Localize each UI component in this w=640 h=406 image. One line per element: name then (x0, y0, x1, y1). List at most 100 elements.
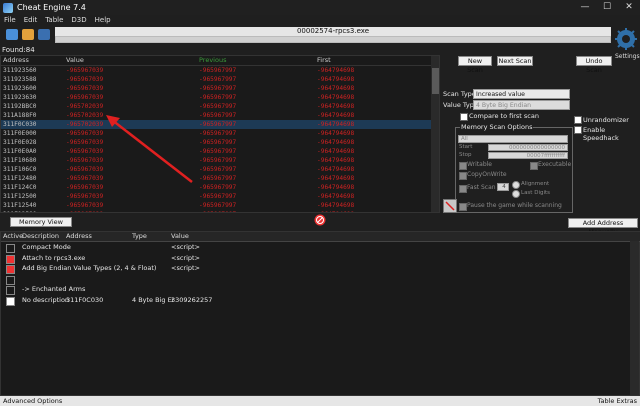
result-row[interactable]: 311923588 -965967039 -965967997 -964794698 (1, 75, 431, 84)
result-previous: -965967997 (199, 121, 237, 128)
result-row[interactable]: 311F12540 -965967039 -965967997 -964794698 (1, 201, 431, 210)
result-row[interactable]: 311F0C030 -965702039 -965967997 -964794698 (1, 120, 431, 129)
column-address[interactable]: Address (66, 232, 92, 241)
new-scan-button[interactable]: New Scan (458, 56, 492, 74)
result-first: -964794698 (317, 139, 355, 146)
result-first: -964794698 (317, 210, 354, 212)
fast-scan-checkbox[interactable] (459, 185, 467, 193)
close-button[interactable]: ✕ (618, 0, 640, 15)
result-value: -965702039 (66, 112, 104, 119)
result-value: -965702039 (66, 121, 104, 128)
result-previous: -965967997 (199, 193, 237, 200)
result-first: -964794698 (317, 184, 355, 191)
result-address: 311F12480 (3, 175, 37, 182)
result-value: -965967039 (66, 94, 104, 101)
column-value[interactable]: Value (171, 232, 189, 241)
result-row[interactable]: 31192BBC0 -965702039 -965967997 -964794698 (1, 102, 431, 111)
cheat-table: Active Description Address Type Value Co… (0, 231, 640, 396)
column-active[interactable]: Active (3, 232, 23, 241)
minimize-button[interactable]: — (574, 0, 596, 15)
undo-scan-button[interactable]: Undo Scan (576, 56, 612, 74)
menu-table[interactable]: Table (41, 15, 67, 26)
column-value[interactable]: Value (66, 56, 84, 65)
open-file-icon[interactable] (22, 29, 34, 40)
result-row[interactable]: 311923630 -965967039 -965967997 -964794698 (1, 93, 431, 102)
start-address-input[interactable]: 0000000000000000 (488, 144, 568, 151)
copy-on-write-checkbox[interactable] (459, 172, 467, 180)
cheat-table-row[interactable]: -> Enchanted Arms (1, 284, 640, 295)
cheat-table-row[interactable]: No description 311F0C030 4 Byte Big Er 3309… (1, 295, 640, 306)
result-row[interactable]: 311A188F0 -965702039 -965967997 -964794698 (1, 111, 431, 120)
copy-on-write-label: CopyOnWrite (467, 171, 507, 178)
result-previous: -965967997 (199, 210, 236, 212)
settings-logo-icon[interactable] (614, 27, 638, 51)
column-description[interactable]: Description (22, 232, 59, 241)
scrollbar-thumb[interactable] (432, 68, 439, 94)
result-first: -964794698 (317, 130, 355, 137)
result-previous: -965967997 (199, 175, 237, 182)
result-first: -964794698 (317, 67, 355, 74)
result-row[interactable]: 311F12500 -965967039 -965967997 -964794698 (1, 192, 431, 201)
result-first: -964794698 (317, 112, 355, 119)
last-digits-radio[interactable] (512, 190, 520, 198)
result-row[interactable]: 311F0E0A0 -965967039 -965967997 -964794698 (1, 147, 431, 156)
menu-file[interactable]: File (0, 15, 20, 26)
region-select[interactable]: All (458, 135, 568, 143)
scan-type-label: Scan Type (443, 90, 476, 98)
column-previous[interactable]: Previous (199, 56, 226, 65)
result-row[interactable]: 311923600 -965967039 -965967997 -964794698 (1, 84, 431, 93)
result-previous: -965967997 (199, 139, 237, 146)
cheat-table-row[interactable]: Attach to rpcs3.exe <script> (1, 253, 640, 264)
menu-help[interactable]: Help (91, 15, 115, 26)
unrandomizer-checkbox[interactable] (574, 116, 582, 124)
save-icon[interactable] (38, 29, 50, 40)
menu-d3d[interactable]: D3D (67, 15, 90, 26)
add-address-button[interactable]: Add Address Manually (568, 218, 638, 236)
fast-scan-label: Fast Scan (467, 184, 496, 191)
result-row[interactable]: 311F12580 -965967039 -965967997 -964794698 (1, 210, 431, 212)
settings-label[interactable]: Settings (615, 53, 640, 60)
active-checkbox[interactable] (6, 296, 15, 306)
result-address: 311923588 (3, 76, 37, 83)
open-process-icon[interactable] (6, 29, 18, 40)
compare-first-checkbox[interactable] (460, 113, 468, 121)
table-extras-link[interactable]: Table Extras (598, 396, 637, 406)
stop-scan-icon[interactable] (314, 214, 326, 226)
cheat-table-row[interactable]: Add Big Endian Value Types (2, 4 & Float… (1, 263, 640, 274)
maximize-button[interactable]: ☐ (596, 0, 618, 15)
fast-scan-input[interactable]: 4 (497, 183, 509, 191)
pause-game-checkbox[interactable] (459, 203, 467, 211)
value-type-select[interactable]: 4 Byte Big Endian (473, 100, 570, 110)
menu-edit[interactable]: Edit (20, 15, 42, 26)
pointer-scan-icon[interactable] (443, 199, 457, 213)
red-arrow-annotation (106, 115, 193, 183)
alignment-radio[interactable] (512, 181, 520, 189)
table-scrollbar[interactable] (630, 241, 639, 395)
column-first[interactable]: First (317, 56, 331, 65)
window-title: Cheat Engine 7.4 (17, 3, 86, 12)
result-row[interactable]: 311F106C0 -965967039 -965967997 -964794698 (1, 165, 431, 174)
result-first: -964794698 (317, 148, 355, 155)
result-row[interactable]: 311F124C0 -965967039 -965967997 -964794698 (1, 183, 431, 192)
result-row[interactable]: 311923560 -965967039 -965967997 -964794698 (1, 66, 431, 75)
result-row[interactable]: 311F0E028 -965967039 -965967997 -964794698 (1, 138, 431, 147)
results-scrollbar[interactable] (431, 56, 439, 212)
column-type[interactable]: Type (132, 232, 147, 241)
scan-type-select[interactable]: Increased value (473, 89, 570, 99)
memory-view-button[interactable]: Memory View (10, 217, 72, 227)
next-scan-button[interactable]: Next Scan (497, 56, 533, 66)
cheat-type: 4 Byte Big Er (132, 295, 175, 304)
column-address[interactable]: Address (3, 56, 29, 65)
stop-address-input[interactable]: 00007fffffffffff (488, 152, 568, 159)
result-value: -965702039 (66, 103, 104, 110)
executable-checkbox[interactable] (530, 162, 538, 170)
speedhack-checkbox[interactable] (574, 126, 582, 134)
cheat-table-row[interactable] (1, 274, 640, 285)
result-row[interactable]: 311F12480 -965967039 -965967997 -964794698 (1, 174, 431, 183)
result-row[interactable]: 311F10680 -965967039 -965967997 -964794698 (1, 156, 431, 165)
cheat-address: 311F0C030 (66, 295, 104, 304)
result-row[interactable]: 311F0E000 -965967039 -965967997 -964794698 (1, 129, 431, 138)
cheat-table-row[interactable]: Compact Mode <script> (1, 242, 640, 253)
advanced-options-link[interactable]: Advanced Options (3, 396, 62, 406)
writable-checkbox[interactable] (459, 162, 467, 170)
